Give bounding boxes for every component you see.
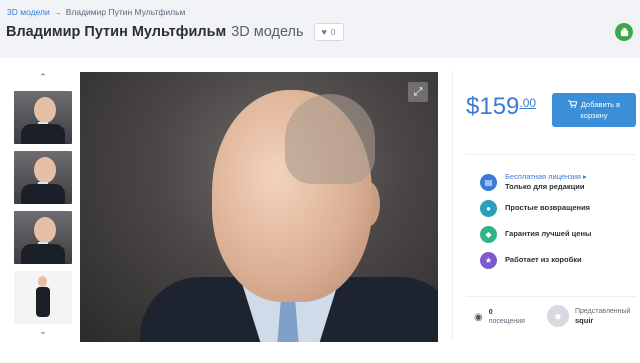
add-to-cart-button[interactable]: Добавить в корзину <box>552 93 636 127</box>
expand-icon[interactable]: ⤢ <box>408 82 428 102</box>
page-title-suffix: 3D модель <box>231 24 304 40</box>
thumbnail-up-arrow-icon[interactable]: ⌃ <box>14 70 72 84</box>
feature-text: Работает из коробки <box>505 255 582 264</box>
cart-icon <box>567 99 578 111</box>
thumbnail-2[interactable] <box>14 151 72 204</box>
thumbnail-1[interactable] <box>14 91 72 144</box>
author-info[interactable]: ● Представленный squir <box>547 305 630 327</box>
license-link[interactable]: Бесплатная лицензия ▸ <box>505 172 587 182</box>
thumbnail-3[interactable] <box>14 211 72 264</box>
feature-text: Только для редакции <box>505 182 585 191</box>
price-dollars: $159 <box>466 93 520 120</box>
feature-license: ▤ Бесплатная лицензия ▸ Только для редак… <box>480 169 640 195</box>
thumbnail-4[interactable] <box>14 271 72 324</box>
views-count: 0 <box>488 309 493 316</box>
views-counter: ◉ 0 посещения <box>474 308 525 326</box>
price: $159 .00 <box>466 93 536 121</box>
thumbnail-down-arrow-icon[interactable]: ⌄ <box>14 324 72 338</box>
price-cents: .00 <box>519 96 537 110</box>
author-label: Представленный <box>575 307 631 315</box>
feature-text: Простые возвращения <box>505 203 591 212</box>
avatar[interactable]: ● <box>547 305 569 327</box>
breadcrumb: 3D модели → Владимир Путин Мультфильм <box>7 7 185 17</box>
views-label: посещения <box>488 318 525 325</box>
like-count: 0 <box>330 27 336 37</box>
thumbnail-strip: ⌃ ⌄ <box>14 70 72 338</box>
divider <box>466 154 636 155</box>
author-name[interactable]: squir <box>575 316 593 325</box>
like-button[interactable]: ♥ 0 <box>313 23 344 41</box>
user-icon: ● <box>480 199 497 217</box>
add-to-cart-label-2: корзину <box>580 110 608 120</box>
feature-list: ▤ Бесплатная лицензия ▸ Только для редак… <box>480 169 640 273</box>
add-to-cart-label-1: Добавить в <box>580 100 621 109</box>
android-icon[interactable] <box>615 23 633 41</box>
feature-out-of-box: ★ Работает из коробки <box>480 247 640 273</box>
page-title: Владимир Путин Мультфильм <box>6 24 227 40</box>
title-row: Владимир Путин Мультфильм 3D модель ♥ 0 <box>6 23 344 41</box>
divider <box>452 70 453 340</box>
model-preview[interactable]: ⤢ <box>80 72 438 342</box>
feature-text: Гарантия лучшей цены <box>505 229 592 238</box>
breadcrumb-link-3d-models[interactable]: 3D модели <box>7 7 50 17</box>
document-icon: ▤ <box>480 173 497 191</box>
divider <box>466 296 636 297</box>
star-icon: ★ <box>480 251 497 269</box>
breadcrumb-separator: → <box>53 7 62 17</box>
tag-icon: ◆ <box>480 225 497 243</box>
preview-hair <box>285 94 375 184</box>
breadcrumb-current: Владимир Путин Мультфильм <box>65 7 186 17</box>
feature-best-price: ◆ Гарантия лучшей цены <box>480 221 640 247</box>
feature-returns: ● Простые возвращения <box>480 195 640 221</box>
eye-icon: ◉ <box>474 311 483 323</box>
heart-icon: ♥ <box>321 27 327 37</box>
